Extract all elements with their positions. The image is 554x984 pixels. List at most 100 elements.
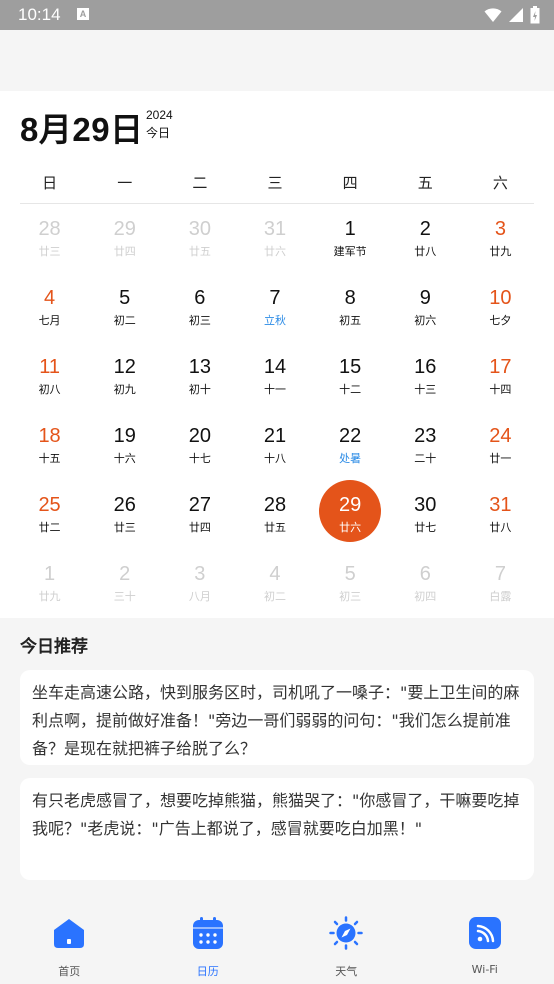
calendar-grid: 28 廿三 29 廿四 30 廿五 31 廿六 1 建军节 2 廿八 3 廿九 4 七月 5 初二 6 初三 7 立秋 8 初… [12, 218, 538, 632]
weekday-label: 二 [192, 174, 208, 192]
calendar-day[interactable]: 31 廿八 [463, 494, 538, 563]
divider [20, 203, 534, 204]
weekday-label: 三 [267, 174, 283, 192]
calendar-day[interactable]: 27 廿四 [162, 494, 237, 563]
lunar-label: 廿四 [113, 245, 136, 258]
calendar-day[interactable]: 5 初二 [87, 287, 162, 356]
calendar-day[interactable]: 26 廿三 [87, 494, 162, 563]
calendar-day[interactable]: 1 廿九 [12, 563, 87, 632]
lunar-label: 廿六 [339, 521, 362, 534]
calendar-day[interactable]: 14 十一 [237, 356, 312, 425]
lunar-label: 廿二 [38, 521, 61, 534]
calendar-day[interactable]: 28 廿五 [237, 494, 312, 563]
lunar-label: 初八 [38, 383, 61, 396]
calendar-day[interactable]: 3 八月 [162, 563, 237, 632]
day-number: 5 [119, 287, 131, 309]
calendar-day[interactable]: 24 廿一 [463, 425, 538, 494]
lunar-label: 建军节 [333, 245, 367, 258]
calendar-day[interactable]: 4 初二 [237, 563, 312, 632]
nav-item-weather[interactable]: 天气 [277, 904, 416, 984]
nav-item-wifi[interactable]: Wi-Fi [416, 904, 554, 984]
calendar-week-row: 25 廿二 26 廿三 27 廿四 28 廿五 29 廿六 30 廿七 31 廿八 [12, 480, 538, 563]
calendar-day-selected[interactable]: 29 廿六 [313, 480, 388, 563]
lunar-label: 初六 [414, 314, 437, 327]
calendar-day[interactable]: 16 十三 [388, 356, 463, 425]
calendar-day[interactable]: 7 立秋 [237, 287, 312, 356]
recommend-card[interactable]: 有只老虎感冒了，想要吃掉熊猫，熊猫哭了："你感冒了，干嘛要吃掉我呢？"老虎说："… [20, 778, 534, 880]
calendar-day[interactable]: 23 二十 [388, 425, 463, 494]
lunar-label: 十二 [339, 383, 362, 396]
lunar-label: 八月 [188, 590, 211, 603]
lunar-label: 十七 [188, 452, 211, 465]
calendar-week-row: 4 七月 5 初二 6 初三 7 立秋 8 初五 9 初六 10 七夕 [12, 287, 538, 356]
calendar-day[interactable]: 6 初三 [162, 287, 237, 356]
lunar-label: 廿三 [38, 245, 61, 258]
calendar-week-row: 28 廿三 29 廿四 30 廿五 31 廿六 1 建军节 2 廿八 3 廿九 [12, 218, 538, 287]
calendar-day[interactable]: 5 初三 [313, 563, 388, 632]
day-number: 25 [38, 494, 61, 516]
notification-a-icon: A [77, 8, 89, 20]
day-number: 9 [419, 287, 431, 309]
lunar-label: 初五 [339, 314, 362, 327]
calendar-day[interactable]: 29 廿四 [87, 218, 162, 287]
day-number: 30 [414, 494, 437, 516]
calendar-day[interactable]: 13 初十 [162, 356, 237, 425]
day-number: 20 [188, 425, 211, 447]
calendar-day[interactable]: 8 初五 [313, 287, 388, 356]
lunar-label: 初二 [263, 590, 286, 603]
day-number: 6 [194, 287, 206, 309]
day-number: 29 [339, 494, 362, 516]
day-number: 1 [44, 563, 56, 585]
calendar-day[interactable]: 2 廿八 [388, 218, 463, 287]
calendar-day[interactable]: 20 十七 [162, 425, 237, 494]
calendar-day[interactable]: 1 建军节 [313, 218, 388, 287]
calendar-day[interactable]: 10 七夕 [463, 287, 538, 356]
lunar-label: 十四 [489, 383, 512, 396]
recommend-title: 今日推荐 [20, 637, 88, 657]
calendar-day[interactable]: 25 廿二 [12, 494, 87, 563]
day-number: 17 [489, 356, 512, 378]
nav-item-home[interactable]: 首页 [0, 904, 139, 984]
calendar-day[interactable]: 7 白露 [463, 563, 538, 632]
weekday-header: 日 一 二 三 四 五 六 [12, 172, 538, 193]
lunar-label: 初四 [414, 590, 437, 603]
calendar-day[interactable]: 30 廿五 [162, 218, 237, 287]
calendar-day[interactable]: 3 廿九 [463, 218, 538, 287]
calendar-day[interactable]: 17 十四 [463, 356, 538, 425]
day-number: 26 [113, 494, 136, 516]
calendar-day[interactable]: 18 十五 [12, 425, 87, 494]
day-number: 23 [414, 425, 437, 447]
calendar-day[interactable]: 15 十二 [313, 356, 388, 425]
calendar-day[interactable]: 28 廿三 [12, 218, 87, 287]
lunar-label: 廿五 [188, 245, 211, 258]
calendar-day[interactable]: 4 七月 [12, 287, 87, 356]
calendar-day[interactable]: 12 初九 [87, 356, 162, 425]
calendar-day[interactable]: 30 廿七 [388, 494, 463, 563]
calendar-day[interactable]: 31 廿六 [237, 218, 312, 287]
lunar-label: 廿五 [263, 521, 286, 534]
calendar-day[interactable]: 11 初八 [12, 356, 87, 425]
lunar-label: 十三 [414, 383, 437, 396]
calendar-day[interactable]: 19 十六 [87, 425, 162, 494]
lunar-label: 三十 [113, 590, 136, 603]
day-number: 13 [188, 356, 211, 378]
calendar-day[interactable]: 6 初四 [388, 563, 463, 632]
nav-label: 日历 [196, 965, 219, 978]
calendar-day[interactable]: 21 十八 [237, 425, 312, 494]
lunar-label: 初二 [113, 314, 136, 327]
weekday-label: 四 [342, 174, 358, 192]
lunar-label: 七月 [38, 314, 61, 327]
calendar-week-row: 18 十五 19 十六 20 十七 21 十八 22 处暑 23 二十 24 廿一 [12, 425, 538, 494]
lunar-label: 处暑 [339, 452, 362, 465]
calendar-day[interactable]: 2 三十 [87, 563, 162, 632]
day-number: 27 [188, 494, 211, 516]
status-icons [484, 6, 540, 24]
lunar-label: 立秋 [263, 314, 286, 327]
recommend-card[interactable]: 坐车走高速公路，快到服务区时，司机吼了一嗓子："要上卫生间的麻利点啊，提前做好准… [20, 670, 534, 765]
day-number: 4 [269, 563, 281, 585]
calendar-day[interactable]: 9 初六 [388, 287, 463, 356]
lunar-label: 初十 [188, 383, 211, 396]
nav-item-calendar[interactable]: 日历 [139, 904, 278, 984]
day-number: 24 [489, 425, 512, 447]
lunar-label: 白露 [489, 590, 512, 603]
